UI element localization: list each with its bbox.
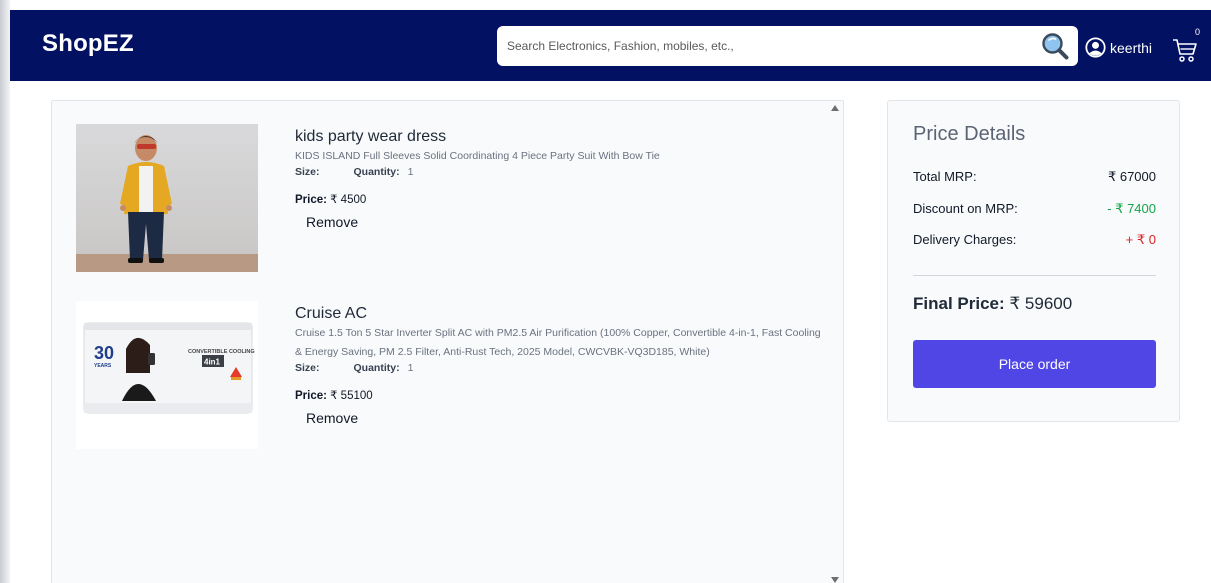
discount-row: Discount on MRP: - ₹ 7400	[913, 201, 1156, 217]
quantity-value: 1	[407, 362, 414, 374]
navbar: ShopEZ keerthi 0	[10, 10, 1211, 81]
total-mrp-label: Total MRP:	[913, 169, 977, 184]
price-divider	[913, 275, 1156, 276]
cart-item: kids party wear dress KIDS ISLAND Full S…	[76, 124, 816, 274]
cart-item-info: Cruise AC Cruise 1.5 Ton 5 Star Inverter…	[295, 301, 825, 428]
user-menu[interactable]: keerthi	[1085, 37, 1152, 58]
search-icon[interactable]	[1040, 31, 1070, 61]
remove-button[interactable]: Remove	[306, 214, 358, 230]
price-value: ₹ 55100	[330, 390, 373, 402]
cart-icon[interactable]	[1170, 35, 1200, 65]
discount-label: Discount on MRP:	[913, 201, 1018, 216]
delivery-row: Delivery Charges: + ₹ 0	[913, 232, 1156, 248]
item-meta: Size: Quantity: 1	[295, 166, 825, 178]
final-price-value: ₹ 59600	[1009, 294, 1073, 313]
price-value: ₹ 4500	[330, 194, 367, 206]
final-price: Final Price: ₹ 59600	[913, 294, 1072, 314]
cart-item-info: kids party wear dress KIDS ISLAND Full S…	[295, 124, 825, 232]
user-circle-icon	[1085, 37, 1106, 58]
size-label: Size:	[295, 362, 320, 374]
item-title[interactable]: Cruise AC	[295, 305, 825, 323]
ac-years-label: YEARS	[94, 363, 112, 369]
remove-button[interactable]: Remove	[306, 410, 358, 426]
quantity-value: 1	[407, 166, 414, 178]
size-label: Size:	[295, 166, 320, 178]
price-label: Price:	[295, 390, 327, 402]
scroll-up-arrow[interactable]	[831, 105, 839, 111]
ac-years-number: 30	[94, 343, 114, 363]
item-description: KIDS ISLAND Full Sleeves Solid Coordinat…	[295, 150, 660, 162]
brand-logo[interactable]: ShopEZ	[42, 30, 134, 58]
final-price-label: Final Price:	[913, 294, 1005, 313]
item-title[interactable]: kids party wear dress	[295, 128, 825, 146]
total-mrp-row: Total MRP: ₹ 67000	[913, 169, 1156, 185]
quantity-label: Quantity:	[353, 166, 400, 178]
total-mrp-value: ₹ 67000	[1107, 169, 1156, 184]
place-order-button[interactable]: Place order	[913, 340, 1156, 388]
search-box	[497, 26, 1078, 66]
delivery-value: + ₹ 0	[1125, 232, 1156, 247]
item-price: Price: ₹ 4500	[295, 192, 825, 206]
scroll-down-arrow[interactable]	[831, 577, 839, 583]
discount-value: - ₹ 7400	[1107, 201, 1156, 216]
quantity-label: Quantity:	[353, 362, 400, 374]
ac-badge-number: 4in1	[204, 358, 221, 367]
page: ShopEZ keerthi 0	[0, 0, 1211, 583]
ac-badge-text: CONVERTIBLE COOLING	[188, 349, 255, 355]
delivery-label: Delivery Charges:	[913, 232, 1017, 247]
window-shadow	[0, 0, 10, 583]
price-label: Price:	[295, 194, 327, 206]
item-meta: Size: Quantity: 1	[295, 362, 825, 374]
price-details-title: Price Details	[913, 123, 1026, 145]
product-image-cruise-ac: 30 YEARS CONVERTIBLE COOLING 4in1	[76, 301, 258, 449]
cart-item: 30 YEARS CONVERTIBLE COOLING 4in1 Cruise	[76, 301, 821, 451]
price-details-card: Price Details Total MRP: ₹ 67000 Discoun…	[887, 100, 1180, 422]
product-image-kids-dress	[76, 124, 258, 272]
cart-count-badge: 0	[1195, 27, 1201, 37]
username: keerthi	[1110, 39, 1153, 56]
item-price: Price: ₹ 55100	[295, 388, 825, 402]
cart-items-panel: kids party wear dress KIDS ISLAND Full S…	[51, 100, 844, 583]
item-description: Cruise 1.5 Ton 5 Star Inverter Split AC …	[295, 327, 821, 358]
search-input[interactable]	[497, 27, 1017, 65]
